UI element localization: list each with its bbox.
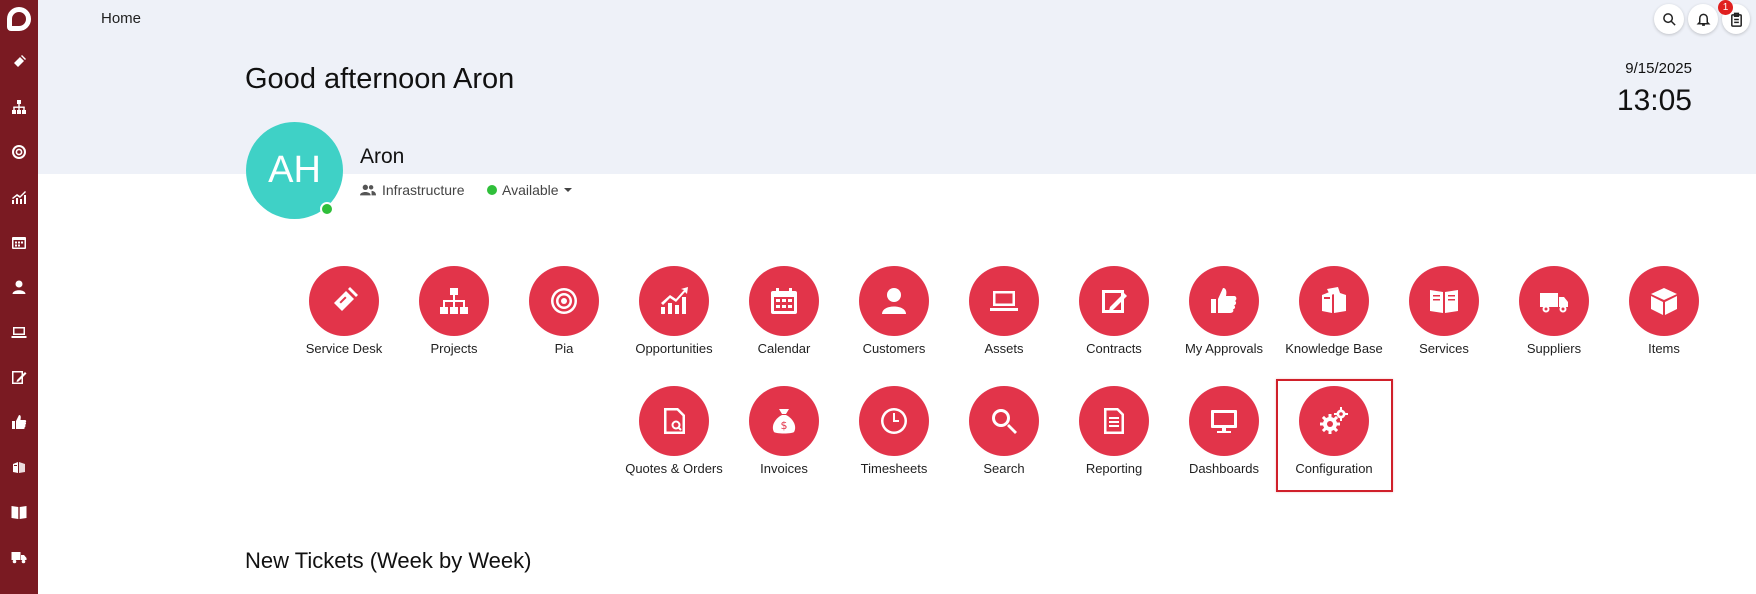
- tile-dashboards[interactable]: Dashboards: [1169, 386, 1279, 486]
- presence-indicator: [320, 202, 334, 216]
- tile-pia[interactable]: Pia: [509, 266, 619, 366]
- ticket-icon[interactable]: [0, 47, 38, 77]
- tile-services[interactable]: Services: [1389, 266, 1499, 366]
- status-dot: [487, 185, 497, 195]
- gears-icon: [1299, 386, 1369, 456]
- ticket-icon: [309, 266, 379, 336]
- book-icon: [1409, 266, 1479, 336]
- calendar-icon[interactable]: [0, 227, 38, 257]
- greeting: Good afternoon Aron: [245, 63, 515, 95]
- status-dropdown[interactable]: Available: [487, 182, 572, 198]
- tile-knowledge-base[interactable]: Knowledge Base: [1279, 266, 1389, 366]
- thumbs-up-icon: [1189, 266, 1259, 336]
- tile-customers[interactable]: Customers: [839, 266, 949, 366]
- edit-icon[interactable]: [0, 362, 38, 392]
- truck-icon[interactable]: [0, 542, 38, 572]
- book-icon[interactable]: [0, 497, 38, 527]
- tile-items[interactable]: Items: [1609, 266, 1719, 366]
- boxes-icon[interactable]: [0, 452, 38, 482]
- notifications-button[interactable]: [1688, 4, 1718, 34]
- tile-label: Configuration: [1295, 461, 1373, 476]
- laptop-icon: [969, 266, 1039, 336]
- users-icon: [360, 184, 376, 196]
- laptop-icon[interactable]: [0, 317, 38, 347]
- calendar-icon: [749, 266, 819, 336]
- quote-doc-icon: [639, 386, 709, 456]
- chart-icon[interactable]: [0, 182, 38, 212]
- org-chart-icon: [419, 266, 489, 336]
- report-icon: [1079, 386, 1149, 456]
- clock-icon: [859, 386, 929, 456]
- notification-badge: 1: [1718, 0, 1733, 15]
- search-icon: [969, 386, 1039, 456]
- svg-text:$: $: [781, 419, 788, 432]
- status-label: Available: [502, 182, 559, 198]
- breadcrumb[interactable]: Home: [101, 10, 141, 27]
- truck-icon: [1519, 266, 1589, 336]
- tile-label: Items: [1648, 341, 1680, 356]
- team-name: Infrastructure: [382, 182, 465, 198]
- target-icon: [529, 266, 599, 336]
- bell-icon: [1696, 13, 1710, 26]
- tile-projects[interactable]: Projects: [399, 266, 509, 366]
- section-title: New Tickets (Week by Week): [245, 548, 532, 573]
- money-bag-icon: $: [749, 386, 819, 456]
- clipboard-icon: [1730, 12, 1742, 27]
- target-icon[interactable]: [0, 137, 38, 167]
- edit-icon: [1079, 266, 1149, 336]
- tile-reporting[interactable]: Reporting: [1059, 386, 1169, 486]
- search-button[interactable]: [1654, 4, 1684, 34]
- tile-my-approvals[interactable]: My Approvals: [1169, 266, 1279, 366]
- tile-quotes-orders[interactable]: Quotes & Orders: [619, 386, 729, 486]
- left-rail: [0, 0, 38, 594]
- tile-search[interactable]: Search: [949, 386, 1059, 486]
- thumbs-up-icon[interactable]: [0, 407, 38, 437]
- box-icon: [1629, 266, 1699, 336]
- org-chart-icon[interactable]: [0, 92, 38, 122]
- team-info: Infrastructure: [360, 182, 464, 198]
- tile-opportunities[interactable]: Opportunities: [619, 266, 729, 366]
- user-icon: [859, 266, 929, 336]
- tile-suppliers[interactable]: Suppliers: [1499, 266, 1609, 366]
- tile-assets[interactable]: Assets: [949, 266, 1059, 366]
- app-logo[interactable]: [0, 0, 38, 38]
- monitor-icon: [1189, 386, 1259, 456]
- tile-configuration[interactable]: Configuration: [1276, 379, 1393, 492]
- chart-icon: [639, 266, 709, 336]
- tile-service-desk[interactable]: Service Desk: [289, 266, 399, 366]
- tile-contracts[interactable]: Contracts: [1059, 266, 1169, 366]
- current-date: 9/15/2025: [1625, 60, 1692, 77]
- user-name: Aron: [360, 145, 405, 168]
- tile-invoices[interactable]: $ Invoices: [729, 386, 839, 486]
- current-time: 13:05: [1616, 84, 1692, 117]
- tile-timesheets[interactable]: Timesheets: [839, 386, 949, 486]
- boxes-icon: [1299, 266, 1369, 336]
- user-icon[interactable]: [0, 272, 38, 302]
- tile-calendar[interactable]: Calendar: [729, 266, 839, 366]
- caret-down-icon: [563, 188, 572, 192]
- search-icon: [1662, 12, 1676, 26]
